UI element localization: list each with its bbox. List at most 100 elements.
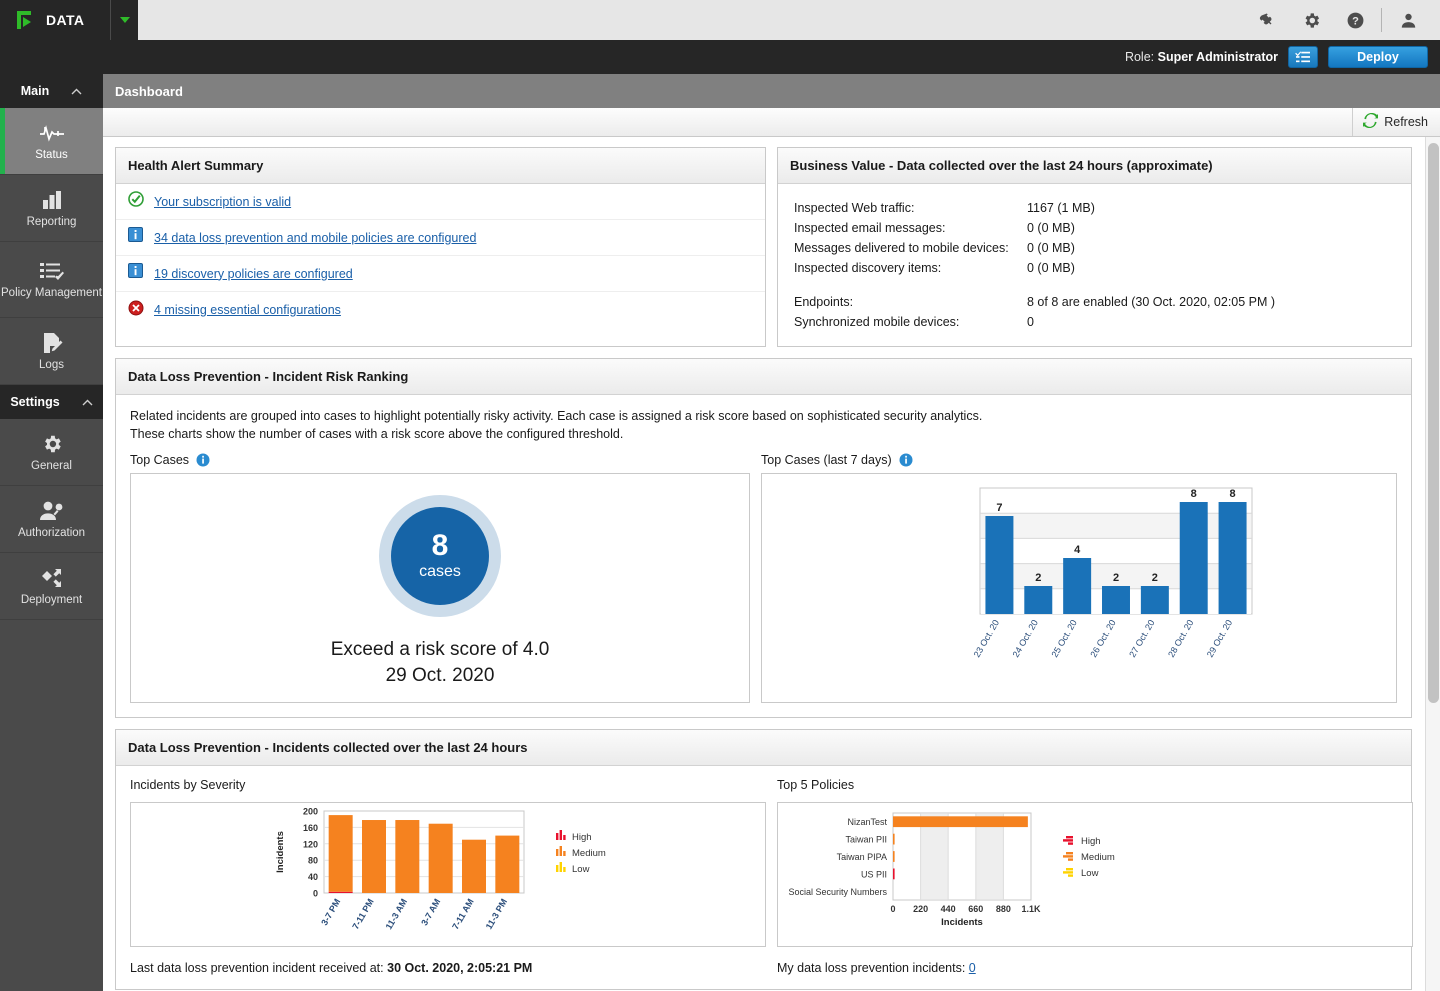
sidebar-item-general[interactable]: General xyxy=(0,419,103,486)
svg-text:24 Oct. 20: 24 Oct. 20 xyxy=(1011,618,1040,659)
help-icon[interactable]: ? xyxy=(1333,0,1377,40)
sidebar-item-authorization[interactable]: Authorization xyxy=(0,486,103,553)
deploy-button[interactable]: Deploy xyxy=(1328,46,1428,68)
svg-text:1.1K: 1.1K xyxy=(1021,904,1041,914)
svg-text:11-3 PM: 11-3 PM xyxy=(484,897,509,931)
panel-title: Health Alert Summary xyxy=(116,148,765,184)
bv-value: 8 of 8 are enabled (30 Oct. 2020, 02:05 … xyxy=(1027,295,1276,309)
gear-icon[interactable] xyxy=(1289,0,1333,40)
svg-text:Taiwan PII: Taiwan PII xyxy=(845,835,887,845)
incidents-by-severity-chart: 0 40 80 120 160 200 Incidents 3-7 PM 7-11 PM 11-3… xyxy=(130,802,766,947)
svg-text:220: 220 xyxy=(913,904,928,914)
bv-value: 0 (0 MB) xyxy=(1027,241,1075,255)
svg-text:120: 120 xyxy=(303,839,318,849)
sidebar: Main Status Reporting Policy Management … xyxy=(0,74,103,991)
vertical-scrollbar[interactable] xyxy=(1425,137,1440,991)
plugin-icon[interactable] xyxy=(1245,0,1289,40)
sidebar-item-label: Authorization xyxy=(17,526,86,539)
pulse-icon xyxy=(39,121,65,145)
info-circle-icon[interactable] xyxy=(899,453,913,467)
top-panels-row: Health Alert Summary Your subscription i… xyxy=(115,147,1413,347)
top-bar: DATA ? xyxy=(0,0,1440,40)
health-alert-row[interactable]: 19 discovery policies are configured xyxy=(116,256,765,292)
sidebar-group-main-label: Main xyxy=(20,84,50,98)
svg-text:Low: Low xyxy=(1081,868,1099,879)
svg-text:26 Oct. 20: 26 Oct. 20 xyxy=(1088,618,1117,659)
deployment-icon xyxy=(40,566,64,590)
sidebar-item-label: Deployment xyxy=(20,593,83,606)
sidebar-item-logs[interactable]: Logs xyxy=(0,318,103,385)
donut-wrapper: 8 cases Exceed a risk score of 4.0 29 Oc… xyxy=(131,474,749,702)
bar-chart-svg: 7 23 Oct. 20 2 24 Oct. 20 4 25 Oct. 20 2 26 Oct… xyxy=(972,487,1253,659)
business-value-row: Synchronized mobile devices: 0 xyxy=(794,312,1399,332)
svg-text:200: 200 xyxy=(303,807,318,817)
health-alert-link[interactable]: 34 data loss prevention and mobile polic… xyxy=(154,231,476,245)
svg-text:High: High xyxy=(1081,836,1101,847)
svg-text:7-11 AM: 7-11 AM xyxy=(450,897,476,931)
my-incidents-label: My data loss prevention incidents: xyxy=(777,961,966,975)
chevron-up-icon xyxy=(82,395,93,409)
bv-key: Inspected email messages: xyxy=(794,221,946,235)
svg-text:0: 0 xyxy=(313,889,318,899)
svg-text:440: 440 xyxy=(941,904,956,914)
top-cases-7days-label: Top Cases (last 7 days) xyxy=(761,453,892,467)
sidebar-item-deployment[interactable]: Deployment xyxy=(0,553,103,620)
user-key-icon xyxy=(39,499,65,523)
sidebar-item-policy-management[interactable]: Policy Management xyxy=(0,242,103,318)
top-cases-7days-column: Top Cases (last 7 days) 7 23 Oct. 20 2 24 O… xyxy=(761,447,1397,703)
health-alert-link[interactable]: 19 discovery policies are configured xyxy=(154,267,353,281)
health-alert-row[interactable]: 34 data loss prevention and mobile polic… xyxy=(116,220,765,256)
sidebar-item-status[interactable]: Status xyxy=(0,108,103,175)
top-cases-7days-chart: 7 23 Oct. 20 2 24 Oct. 20 4 25 Oct. 20 2 26 Oct… xyxy=(761,473,1397,703)
task-list-icon[interactable] xyxy=(1288,46,1318,68)
svg-text:7: 7 xyxy=(996,502,1002,514)
svg-text:28 Oct. 20: 28 Oct. 20 xyxy=(1166,618,1195,659)
business-value-panel: Business Value - Data collected over the… xyxy=(777,147,1412,347)
bv-key: Inspected discovery items: xyxy=(794,261,942,275)
last-incident-label: Last data loss prevention incident recei… xyxy=(130,961,384,975)
svg-text:Social Security Numbers: Social Security Numbers xyxy=(788,887,887,897)
page-header: Dashboard xyxy=(103,74,1440,108)
info-circle-icon[interactable] xyxy=(196,453,210,467)
svg-text:660: 660 xyxy=(968,904,983,914)
last-incident-value: 30 Oct. 2020, 2:05:21 PM xyxy=(387,961,533,975)
svg-text:40: 40 xyxy=(308,872,318,882)
my-incidents-link[interactable]: 0 xyxy=(969,961,976,975)
top5-policies-column: Top 5 Policies 0 220 440 660 880 1.1K Incident… xyxy=(777,778,1413,947)
health-alert-row[interactable]: 4 missing essential configurations xyxy=(116,292,765,328)
sidebar-item-reporting[interactable]: Reporting xyxy=(0,175,103,242)
refresh-button[interactable]: Refresh xyxy=(1352,108,1440,136)
dashboard-content: Health Alert Summary Your subscription i… xyxy=(103,137,1425,991)
sidebar-item-label: Status xyxy=(35,148,68,161)
svg-text:High: High xyxy=(572,832,592,843)
severity-chart-svg: 0 40 80 120 160 200 Incidents 3-7 PM 7-11 PM 11-3… xyxy=(275,807,606,932)
sidebar-item-label: General xyxy=(31,459,72,472)
my-incidents: My data loss prevention incidents: 0 xyxy=(777,961,976,975)
user-icon[interactable] xyxy=(1386,0,1430,40)
bv-value: 1167 (1 MB) xyxy=(1027,201,1095,215)
scrollbar-thumb[interactable] xyxy=(1428,143,1439,703)
health-alert-row[interactable]: Your subscription is valid xyxy=(116,184,765,220)
refresh-label: Refresh xyxy=(1384,115,1428,129)
gear-icon xyxy=(41,432,63,456)
sidebar-group-settings[interactable]: Settings xyxy=(0,385,103,419)
sidebar-group-main[interactable]: Main xyxy=(0,74,103,108)
health-alert-link[interactable]: Your subscription is valid xyxy=(154,195,291,209)
brand-logo-area[interactable]: DATA xyxy=(0,0,110,40)
svg-text:25 Oct. 20: 25 Oct. 20 xyxy=(1049,618,1078,659)
svg-text:880: 880 xyxy=(996,904,1011,914)
topbar-icon-group: ? xyxy=(1245,0,1440,40)
business-value-row: Endpoints: 8 of 8 are enabled (30 Oct. 2… xyxy=(794,292,1399,312)
chevron-down-icon[interactable] xyxy=(110,0,138,40)
health-alert-link[interactable]: 4 missing essential configurations xyxy=(154,303,341,317)
incidents-by-severity-label: Incidents by Severity xyxy=(130,778,246,792)
document-edit-icon xyxy=(41,331,63,355)
risk-desc-line2: These charts show the number of cases wi… xyxy=(130,427,624,441)
svg-text:7-11 PM: 7-11 PM xyxy=(350,897,375,931)
sidebar-item-label: Policy Management xyxy=(1,287,102,300)
role-value: Super Administrator xyxy=(1157,50,1278,64)
incidents-charts-row: Incidents by Severity 0 40 80 120 160 200 Inci… xyxy=(116,766,1413,947)
business-value-body: Inspected Web traffic: 1167 (1 MB) Inspe… xyxy=(778,184,1411,346)
svg-text:2: 2 xyxy=(1152,572,1158,584)
svg-text:US PII: US PII xyxy=(861,869,887,879)
